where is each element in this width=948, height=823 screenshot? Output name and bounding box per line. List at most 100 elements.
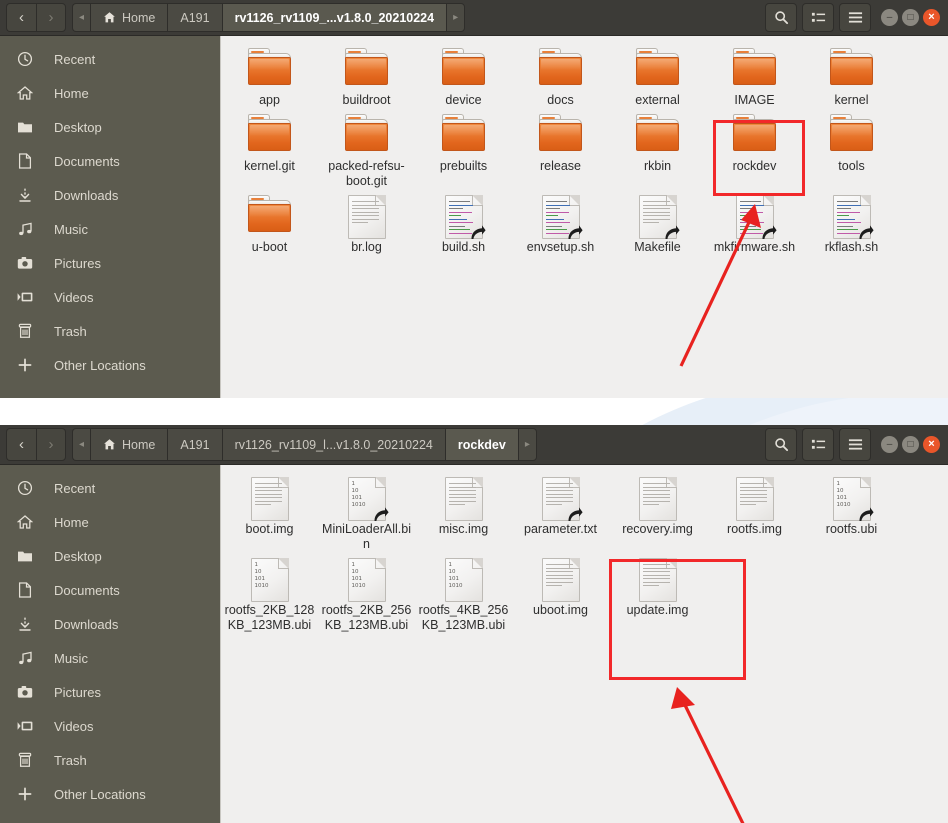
view-list-icon[interactable] bbox=[802, 428, 834, 461]
sidebar-item-desktop[interactable]: Desktop bbox=[0, 539, 220, 573]
folder-item[interactable]: kernel.git bbox=[221, 108, 318, 189]
search-icon[interactable] bbox=[765, 428, 797, 461]
sidebar-item-recent[interactable]: Recent bbox=[0, 42, 220, 76]
headerbar-actions-bottom bbox=[761, 425, 875, 464]
file-name-label: docs bbox=[547, 93, 574, 107]
doc-text-lines bbox=[448, 483, 476, 508]
view-list-icon[interactable] bbox=[802, 3, 834, 32]
file-item[interactable]: misc.img bbox=[415, 471, 512, 552]
breadcrumb-item-current[interactable]: rv1126_rv1109_...v1.8.0_20210224 bbox=[221, 3, 447, 32]
sidebar-item-other-locations[interactable]: Other Locations bbox=[0, 348, 220, 382]
file-item[interactable]: br.log bbox=[318, 189, 415, 255]
file-item[interactable]: envsetup.sh bbox=[512, 189, 609, 255]
clock-icon bbox=[10, 480, 40, 496]
sidebar-item-documents[interactable]: Documents bbox=[0, 573, 220, 607]
folder-item[interactable]: prebuilts bbox=[415, 108, 512, 189]
folder-item[interactable]: external bbox=[609, 42, 706, 108]
breadcrumb-scroll-right[interactable]: ▸ bbox=[446, 3, 466, 32]
file-name-label: u-boot bbox=[251, 240, 288, 254]
sidebar-item-downloads[interactable]: Downloads bbox=[0, 178, 220, 212]
hamburger-menu-icon[interactable] bbox=[839, 428, 871, 461]
file-item[interactable]: 1 10 101 1010 rootfs_2KB_128KB_123MB.ubi bbox=[221, 552, 318, 633]
close-button[interactable]: × bbox=[923, 436, 940, 453]
folder-item[interactable]: IMAGE bbox=[706, 42, 803, 108]
file-item[interactable]: 1 10 101 1010 rootfs_4KB_256KB_123MB.ubi bbox=[415, 552, 512, 633]
file-name-label: kernel bbox=[834, 93, 869, 107]
file-item[interactable]: 1 10 101 1010 rootfs.ubi bbox=[803, 471, 900, 552]
file-item[interactable]: 1 10 101 1010 rootfs_2KB_256KB_123MB.ubi bbox=[318, 552, 415, 633]
breadcrumb-bottom: ◂ Home A191 rv1126_rv1109_l...v1.8.0_202… bbox=[72, 425, 537, 464]
breadcrumb-item-home[interactable]: Home bbox=[90, 3, 168, 32]
sidebar-item-trash[interactable]: Trash bbox=[0, 314, 220, 348]
sidebar-item-documents[interactable]: Documents bbox=[0, 144, 220, 178]
sidebar-item-desktop[interactable]: Desktop bbox=[0, 110, 220, 144]
sidebar-item-home[interactable]: Home bbox=[0, 505, 220, 539]
document-icon: 1 10 101 1010 bbox=[444, 558, 483, 602]
maximize-button[interactable]: □ bbox=[902, 9, 919, 26]
file-item[interactable]: boot.img bbox=[221, 471, 318, 552]
folder-item[interactable]: packed-refsu-boot.git bbox=[318, 108, 415, 189]
file-item[interactable]: parameter.txt bbox=[512, 471, 609, 552]
file-area-top[interactable]: app buildroot device docs external IMAGE kerne… bbox=[220, 36, 948, 398]
file-name-label: tools bbox=[838, 159, 865, 173]
breadcrumb-label-home: Home bbox=[122, 10, 156, 25]
sidebar-item-downloads[interactable]: Downloads bbox=[0, 607, 220, 641]
minimize-button[interactable]: – bbox=[881, 9, 898, 26]
folder-item[interactable]: buildroot bbox=[318, 42, 415, 108]
folder-item[interactable]: kernel bbox=[803, 42, 900, 108]
file-icon-wrap bbox=[537, 195, 585, 239]
breadcrumb-item-a191[interactable]: A191 bbox=[167, 3, 222, 32]
folder-item[interactable]: u-boot bbox=[221, 189, 318, 255]
breadcrumb-item-a191[interactable]: A191 bbox=[167, 428, 222, 461]
sidebar-item-trash[interactable]: Trash bbox=[0, 743, 220, 777]
file-name-label: app bbox=[259, 93, 280, 107]
hamburger-menu-icon[interactable] bbox=[839, 3, 871, 32]
sidebar-item-music[interactable]: Music bbox=[0, 212, 220, 246]
folder-item[interactable]: app bbox=[221, 42, 318, 108]
file-item[interactable]: build.sh bbox=[415, 189, 512, 255]
doc-text-lines bbox=[642, 483, 670, 508]
sidebar-item-recent[interactable]: Recent bbox=[0, 471, 220, 505]
folder-item[interactable]: release bbox=[512, 108, 609, 189]
breadcrumb-item-home[interactable]: Home bbox=[90, 428, 168, 461]
minimize-button[interactable]: – bbox=[881, 436, 898, 453]
breadcrumb-item-current[interactable]: rockdev bbox=[444, 428, 518, 461]
sidebar-item-other-locations[interactable]: Other Locations bbox=[0, 777, 220, 811]
file-item[interactable]: uboot.img bbox=[512, 552, 609, 633]
sidebar-item-videos[interactable]: Videos bbox=[0, 280, 220, 314]
breadcrumb-scroll-left[interactable]: ◂ bbox=[72, 3, 91, 32]
close-button[interactable]: × bbox=[923, 9, 940, 26]
document-icon bbox=[444, 195, 486, 239]
breadcrumb-scroll-right[interactable]: ▸ bbox=[517, 428, 537, 461]
maximize-button[interactable]: □ bbox=[902, 436, 919, 453]
music-note-icon bbox=[10, 650, 40, 666]
sidebar-item-music[interactable]: Music bbox=[0, 641, 220, 675]
back-button[interactable]: ‹ bbox=[6, 428, 36, 461]
file-item[interactable]: rootfs.img bbox=[706, 471, 803, 552]
forward-button[interactable]: › bbox=[36, 3, 66, 32]
file-area-bottom[interactable]: boot.img 1 10 101 1010 MiniLoaderAll.bin misc.… bbox=[220, 465, 948, 823]
folder-item[interactable]: tools bbox=[803, 108, 900, 189]
breadcrumb-top: ◂ Home A191 rv1126_rv1109_...v1.8.0_2021… bbox=[72, 0, 466, 35]
back-button[interactable]: ‹ bbox=[6, 3, 36, 32]
folder-item[interactable]: docs bbox=[512, 42, 609, 108]
file-item[interactable]: recovery.img bbox=[609, 471, 706, 552]
trash-icon bbox=[10, 752, 40, 768]
search-icon[interactable] bbox=[765, 3, 797, 32]
music-note-icon bbox=[10, 221, 40, 237]
forward-button[interactable]: › bbox=[36, 428, 66, 461]
file-item[interactable]: 1 10 101 1010 MiniLoaderAll.bin bbox=[318, 471, 415, 552]
document-icon bbox=[250, 477, 289, 521]
folder-icon bbox=[537, 114, 585, 154]
sidebar-item-pictures[interactable]: Pictures bbox=[0, 675, 220, 709]
breadcrumb-label-current: rv1126_rv1109_...v1.8.0_20210224 bbox=[234, 10, 435, 25]
file-item[interactable]: rkflash.sh bbox=[803, 189, 900, 255]
folder-item[interactable]: device bbox=[415, 42, 512, 108]
breadcrumb-item-sdk[interactable]: rv1126_rv1109_l...v1.8.0_20210224 bbox=[221, 428, 445, 461]
sidebar-item-home[interactable]: Home bbox=[0, 76, 220, 110]
sidebar-item-videos[interactable]: Videos bbox=[0, 709, 220, 743]
doc-text-lines bbox=[351, 201, 379, 226]
breadcrumb-scroll-left[interactable]: ◂ bbox=[72, 428, 91, 461]
file-icon-wrap: 1 10 101 1010 bbox=[246, 558, 294, 602]
sidebar-item-pictures[interactable]: Pictures bbox=[0, 246, 220, 280]
